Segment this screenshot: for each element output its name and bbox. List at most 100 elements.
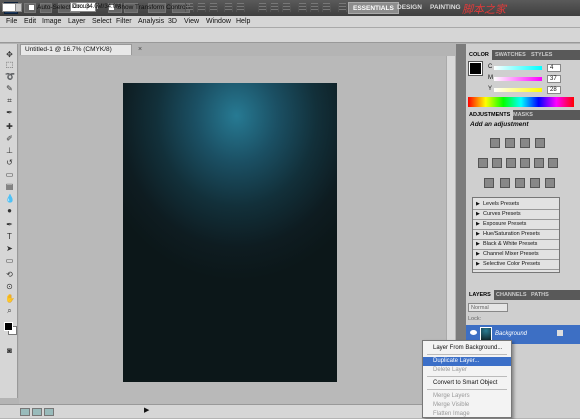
- menu-view[interactable]: View: [184, 17, 199, 27]
- status-icon[interactable]: [20, 408, 30, 416]
- status-menu-arrow-icon[interactable]: ▶: [144, 406, 149, 414]
- hand-tool-icon[interactable]: ✋: [5, 294, 15, 303]
- zoom-tool-icon[interactable]: ⌕: [5, 306, 14, 315]
- curves-icon[interactable]: [520, 138, 530, 148]
- move-tool-icon[interactable]: ✥: [5, 50, 14, 59]
- align-bottom-icon[interactable]: [209, 3, 218, 12]
- list-item[interactable]: ▶ Black & White Presets: [473, 240, 559, 250]
- tab-color[interactable]: COLOR: [466, 50, 492, 60]
- posterize-icon[interactable]: [500, 178, 510, 188]
- menu-window[interactable]: Window: [206, 17, 231, 27]
- gradient-tool-icon[interactable]: ▤: [5, 182, 14, 191]
- workspace-design[interactable]: DESIGN: [393, 2, 426, 14]
- path-select-tool-icon[interactable]: ➤: [5, 244, 14, 253]
- tab-adjustments[interactable]: ADJUSTMENTS: [466, 110, 514, 120]
- close-icon[interactable]: ×: [138, 45, 142, 55]
- distribute-right-icon[interactable]: [322, 3, 331, 12]
- menu-item-duplicate-layer[interactable]: Duplicate Layer...: [423, 357, 511, 366]
- vibrance-icon[interactable]: [478, 158, 488, 168]
- tab-styles[interactable]: STYLES: [528, 50, 555, 60]
- quick-mask-icon[interactable]: ◙: [5, 346, 14, 355]
- threshold-icon[interactable]: [515, 178, 525, 188]
- tab-paths[interactable]: PATHS: [528, 290, 552, 300]
- menu-layer[interactable]: Layer: [68, 17, 86, 27]
- list-item[interactable]: ▶ Curves Presets: [473, 210, 559, 220]
- lasso-tool-icon[interactable]: ➰: [5, 72, 15, 81]
- clone-stamp-tool-icon[interactable]: ⊥: [5, 146, 14, 155]
- color-spectrum-bar[interactable]: [468, 97, 574, 107]
- history-brush-tool-icon[interactable]: ↺: [5, 158, 14, 167]
- pen-tool-icon[interactable]: ✒: [5, 220, 14, 229]
- selective-color-icon[interactable]: [545, 178, 555, 188]
- crop-tool-icon[interactable]: ⌗: [5, 96, 14, 105]
- menu-analysis[interactable]: Analysis: [138, 17, 164, 27]
- distribute-vcenter-icon[interactable]: [270, 3, 279, 12]
- black-white-icon[interactable]: [520, 158, 530, 168]
- 3d-orbit-tool-icon[interactable]: ⊙: [5, 282, 14, 291]
- yellow-value[interactable]: 28: [547, 86, 561, 94]
- photo-filter-icon[interactable]: [534, 158, 544, 168]
- exposure-icon[interactable]: [535, 138, 545, 148]
- align-hcenter-icon[interactable]: [236, 3, 245, 12]
- cyan-slider[interactable]: [494, 66, 542, 70]
- brightness-contrast-icon[interactable]: [490, 138, 500, 148]
- tab-masks[interactable]: MASKS: [510, 110, 536, 120]
- tab-layers[interactable]: LAYERS: [466, 290, 494, 300]
- invert-icon[interactable]: [484, 178, 494, 188]
- gradient-map-icon[interactable]: [530, 178, 540, 188]
- tab-channels[interactable]: CHANNELS: [493, 290, 530, 300]
- list-item[interactable]: ▶ Selective Color Presets: [473, 260, 559, 270]
- blur-tool-icon[interactable]: 💧: [5, 194, 15, 203]
- menu-edit[interactable]: Edit: [24, 17, 36, 27]
- channel-mixer-icon[interactable]: [548, 158, 558, 168]
- align-top-icon[interactable]: [185, 3, 194, 12]
- shape-tool-icon[interactable]: ▭: [5, 256, 14, 265]
- auto-select-checkbox[interactable]: [28, 4, 35, 11]
- distribute-hcenter-icon[interactable]: [310, 3, 319, 12]
- menu-file[interactable]: File: [6, 17, 17, 27]
- color-foreground-swatch[interactable]: [468, 61, 483, 76]
- workspace-painting[interactable]: PAINTING: [426, 2, 465, 14]
- document-canvas[interactable]: [123, 83, 337, 382]
- tab-swatches[interactable]: SWATCHES: [492, 50, 529, 60]
- distribute-bottom-icon[interactable]: [282, 3, 291, 12]
- marquee-tool-icon[interactable]: ⬚: [5, 60, 14, 69]
- list-item[interactable]: ▶ Channel Mixer Presets: [473, 250, 559, 260]
- align-vcenter-icon[interactable]: [197, 3, 206, 12]
- yellow-slider[interactable]: [494, 88, 542, 92]
- type-tool-icon[interactable]: T: [5, 232, 14, 241]
- magenta-slider[interactable]: [494, 77, 542, 81]
- menu-select[interactable]: Select: [92, 17, 111, 27]
- status-icon[interactable]: [32, 408, 42, 416]
- align-left-icon[interactable]: [224, 3, 233, 12]
- dodge-tool-icon[interactable]: ●: [5, 206, 14, 215]
- levels-icon[interactable]: [505, 138, 515, 148]
- quick-select-tool-icon[interactable]: ✎: [5, 84, 14, 93]
- menu-item-convert-smart-object[interactable]: Convert to Smart Object: [423, 379, 511, 388]
- list-item[interactable]: ▶ Exposure Presets: [473, 220, 559, 230]
- workspace-essentials[interactable]: ESSENTIALS: [348, 2, 399, 14]
- menu-item-layer-from-background[interactable]: Layer From Background...: [423, 344, 511, 353]
- menu-3d[interactable]: 3D: [168, 17, 177, 27]
- 3d-rotate-tool-icon[interactable]: ⟲: [5, 270, 14, 279]
- cyan-value[interactable]: 4: [547, 64, 561, 72]
- status-zoom-field[interactable]: [2, 3, 16, 12]
- eraser-tool-icon[interactable]: ▭: [5, 170, 14, 179]
- menu-help[interactable]: Help: [236, 17, 250, 27]
- brush-tool-icon[interactable]: ✐: [5, 134, 14, 143]
- eyedropper-tool-icon[interactable]: ✒: [5, 108, 14, 117]
- hue-saturation-icon[interactable]: [492, 158, 502, 168]
- blend-mode-dropdown[interactable]: Normal: [468, 303, 508, 312]
- distribute-top-icon[interactable]: [258, 3, 267, 12]
- menu-image[interactable]: Image: [42, 17, 61, 27]
- foreground-color-swatch[interactable]: [4, 322, 13, 331]
- spot-healing-tool-icon[interactable]: ✚: [5, 122, 14, 131]
- status-icon[interactable]: [44, 408, 54, 416]
- visibility-eye-icon[interactable]: [470, 330, 477, 335]
- list-item[interactable]: ▶ Hue/Saturation Presets: [473, 230, 559, 240]
- auto-align-icon[interactable]: [338, 3, 347, 12]
- menu-filter[interactable]: Filter: [116, 17, 132, 27]
- color-balance-icon[interactable]: [506, 158, 516, 168]
- document-tab[interactable]: Untitled-1 @ 16.7% (CMYK/8) ×: [20, 44, 142, 55]
- list-item[interactable]: ▶ Levels Presets: [473, 200, 559, 210]
